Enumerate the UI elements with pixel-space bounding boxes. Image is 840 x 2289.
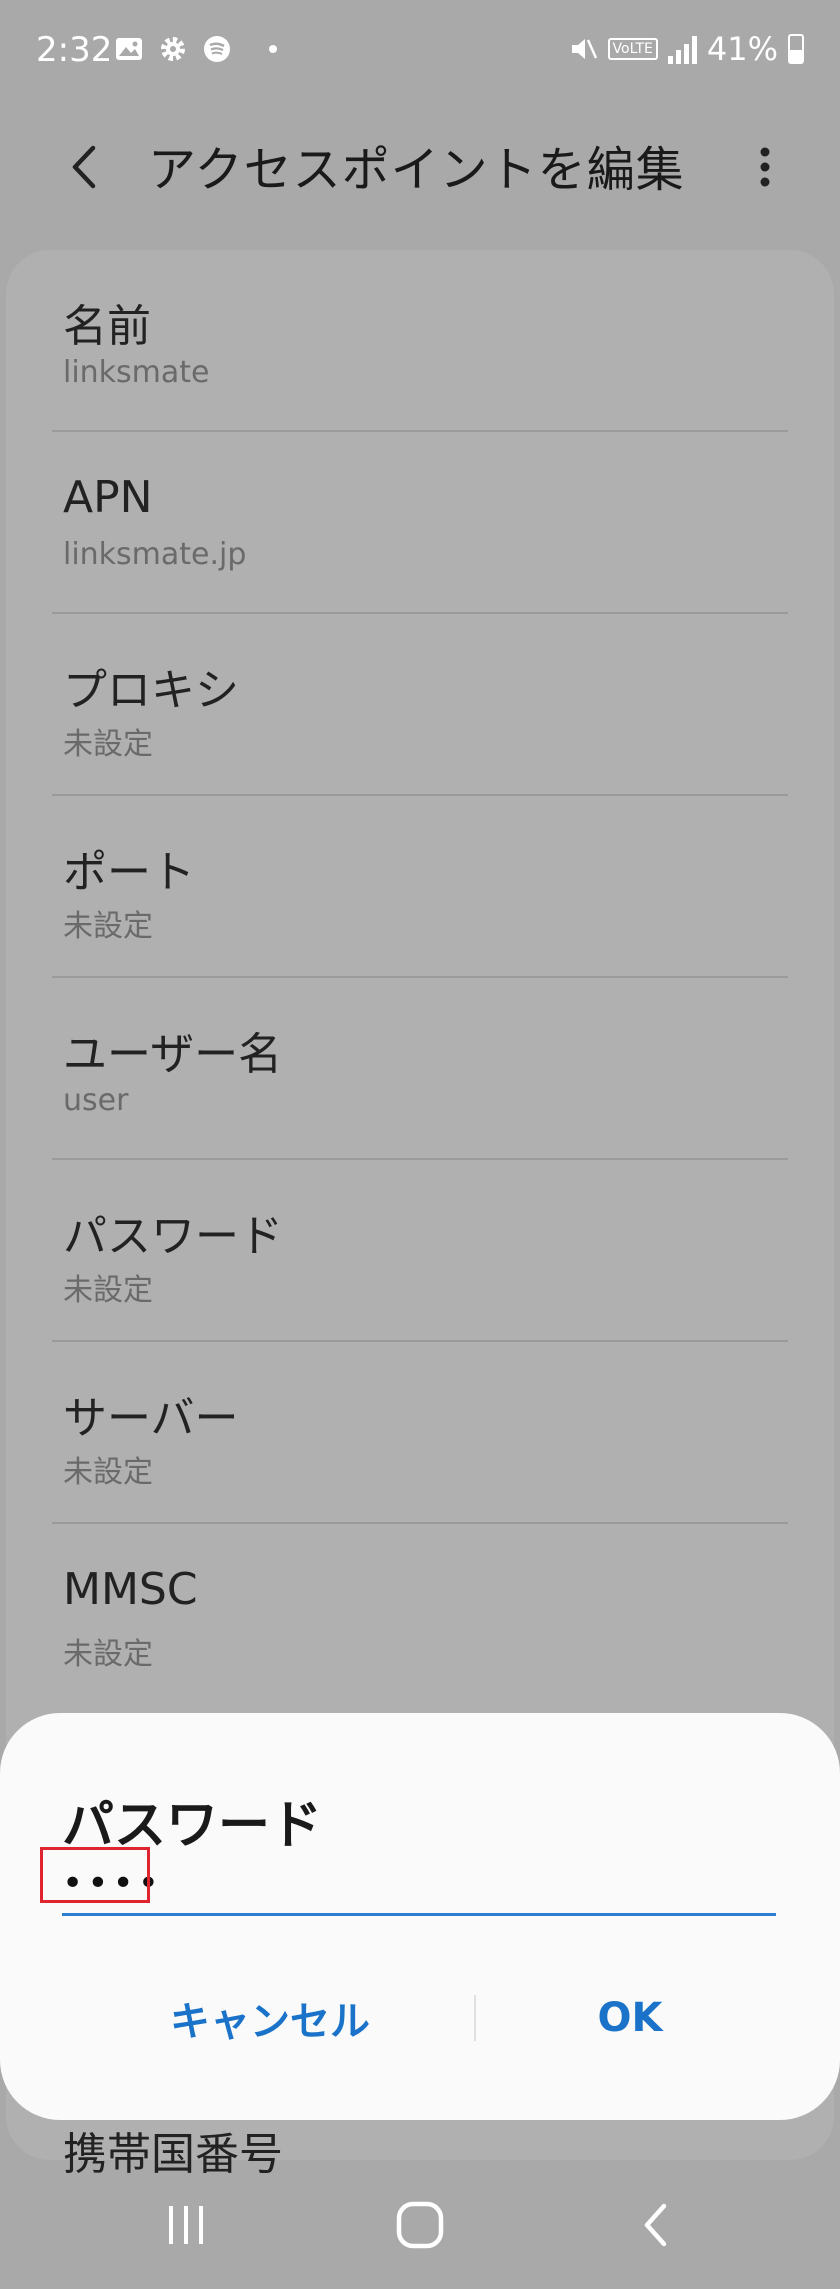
list-item-title: 名前 [63,301,151,352]
status-bar: 2:32 VoLTE 41% [0,0,840,110]
more-vert-icon [760,147,770,187]
list-item-title: ポート [63,847,195,898]
status-icons-right: VoLTE 41% [568,30,804,68]
list-item-value: 未設定 [63,909,153,944]
battery-percent: 41% [706,30,778,68]
button-separator [474,1995,476,2041]
list-item-title: プロキシ [63,665,239,716]
list-item-title: サーバー [63,1393,239,1444]
list-item-value: 未設定 [63,1637,153,1672]
volte-icon: VoLTE [607,38,658,60]
home-button[interactable] [380,2190,460,2260]
mute-icon [571,39,597,59]
dialog-button-row: キャンセル OK [0,1973,840,2063]
spotify-icon [204,36,230,62]
back-button[interactable] [50,132,120,202]
list-item-proxy[interactable]: プロキシ 未設定 [6,614,834,796]
list-item-server[interactable]: サーバー 未設定 [6,1342,834,1524]
signal-icon [667,34,697,64]
list-item-title: MMSC [63,1564,198,1615]
dialog-title: パスワード [62,1796,323,1856]
cancel-button[interactable]: キャンセル [120,1973,420,2063]
list-item-port[interactable]: ポート 未設定 [6,796,834,978]
settings-icon [161,37,185,61]
password-input[interactable] [62,1853,776,1916]
ok-button[interactable]: OK [480,1973,780,2063]
list-item-value: linksmate.jp [63,537,247,572]
battery-icon [788,34,804,64]
list-item-password[interactable]: パスワード 未設定 [6,1160,834,1342]
list-item-value: linksmate [63,355,210,390]
list-item-value: user [63,1083,129,1118]
page-title: アクセスポイントを編集 [148,142,685,198]
status-time: 2:32 [36,30,113,70]
recent-apps-icon [169,2206,203,2244]
notification-dot-icon [269,45,277,53]
list-item-title: APN [63,472,153,523]
list-item-value: 未設定 [63,1455,153,1490]
gallery-icon [116,38,142,60]
navigation-bar [0,2160,840,2289]
list-item-username[interactable]: ユーザー名 user [6,978,834,1160]
status-icons-left [114,34,288,64]
list-item-title: パスワード [63,1211,283,1262]
list-item-value: 未設定 [63,1273,153,1308]
list-item-mmsc[interactable]: MMSC 未設定 [6,1524,834,1706]
nav-back-button[interactable] [616,2190,696,2260]
password-dialog: パスワード キャンセル OK [0,1713,840,2120]
list-item-value: 未設定 [63,727,153,762]
more-options-button[interactable] [730,132,800,202]
list-item-name[interactable]: 名前 linksmate [6,250,834,432]
back-arrow-icon [644,2203,667,2247]
list-item-apn[interactable]: APN linksmate.jp [6,432,834,614]
recent-apps-button[interactable] [146,2190,226,2260]
home-icon [396,2201,444,2249]
app-header: アクセスポイントを編集 [0,110,840,250]
chevron-left-icon [72,145,96,189]
list-item-title: ユーザー名 [63,1029,283,1080]
